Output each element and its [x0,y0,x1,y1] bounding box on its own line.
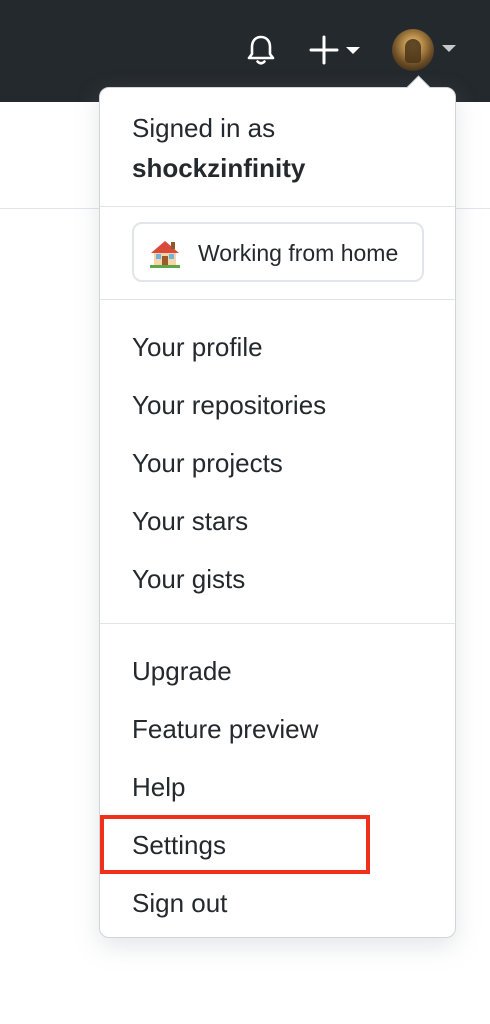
signed-in-label: Signed in as [132,113,276,143]
menu-item-sign-out[interactable]: Sign out [100,874,455,932]
create-new-button[interactable] [308,34,364,66]
menu-item-your-gists[interactable]: Your gists [100,550,455,608]
avatar [392,29,434,71]
bell-icon[interactable] [244,33,278,67]
avatar-figure [405,39,421,63]
menu-item-upgrade[interactable]: Upgrade [100,642,455,700]
menu-item-your-projects[interactable]: Your projects [100,434,455,492]
menu-divider [100,299,455,300]
signed-in-header: Signed in as shockzinfinity [100,88,455,206]
menu-divider [100,623,455,624]
house-emoji-icon [150,241,180,268]
menu-item-feature-preview[interactable]: Feature preview [100,700,455,758]
menu-item-settings[interactable]: Settings [100,816,455,874]
menu-item-your-profile[interactable]: Your profile [100,318,455,376]
user-menu-button[interactable] [392,29,462,73]
caret-down-icon [442,45,456,52]
menu-item-your-repositories[interactable]: Your repositories [100,376,455,434]
menu-divider [100,206,455,207]
status-text: Working from home [198,240,399,266]
set-status-button[interactable]: Working from home [132,222,424,282]
plus-icon [309,35,339,65]
caret-down-icon [346,47,360,54]
username[interactable]: shockzinfinity [132,152,305,184]
menu-item-help[interactable]: Help [100,758,455,816]
menu-item-your-stars[interactable]: Your stars [100,492,455,550]
user-dropdown-menu: Signed in as shockzinfinity Working from… [99,75,456,938]
